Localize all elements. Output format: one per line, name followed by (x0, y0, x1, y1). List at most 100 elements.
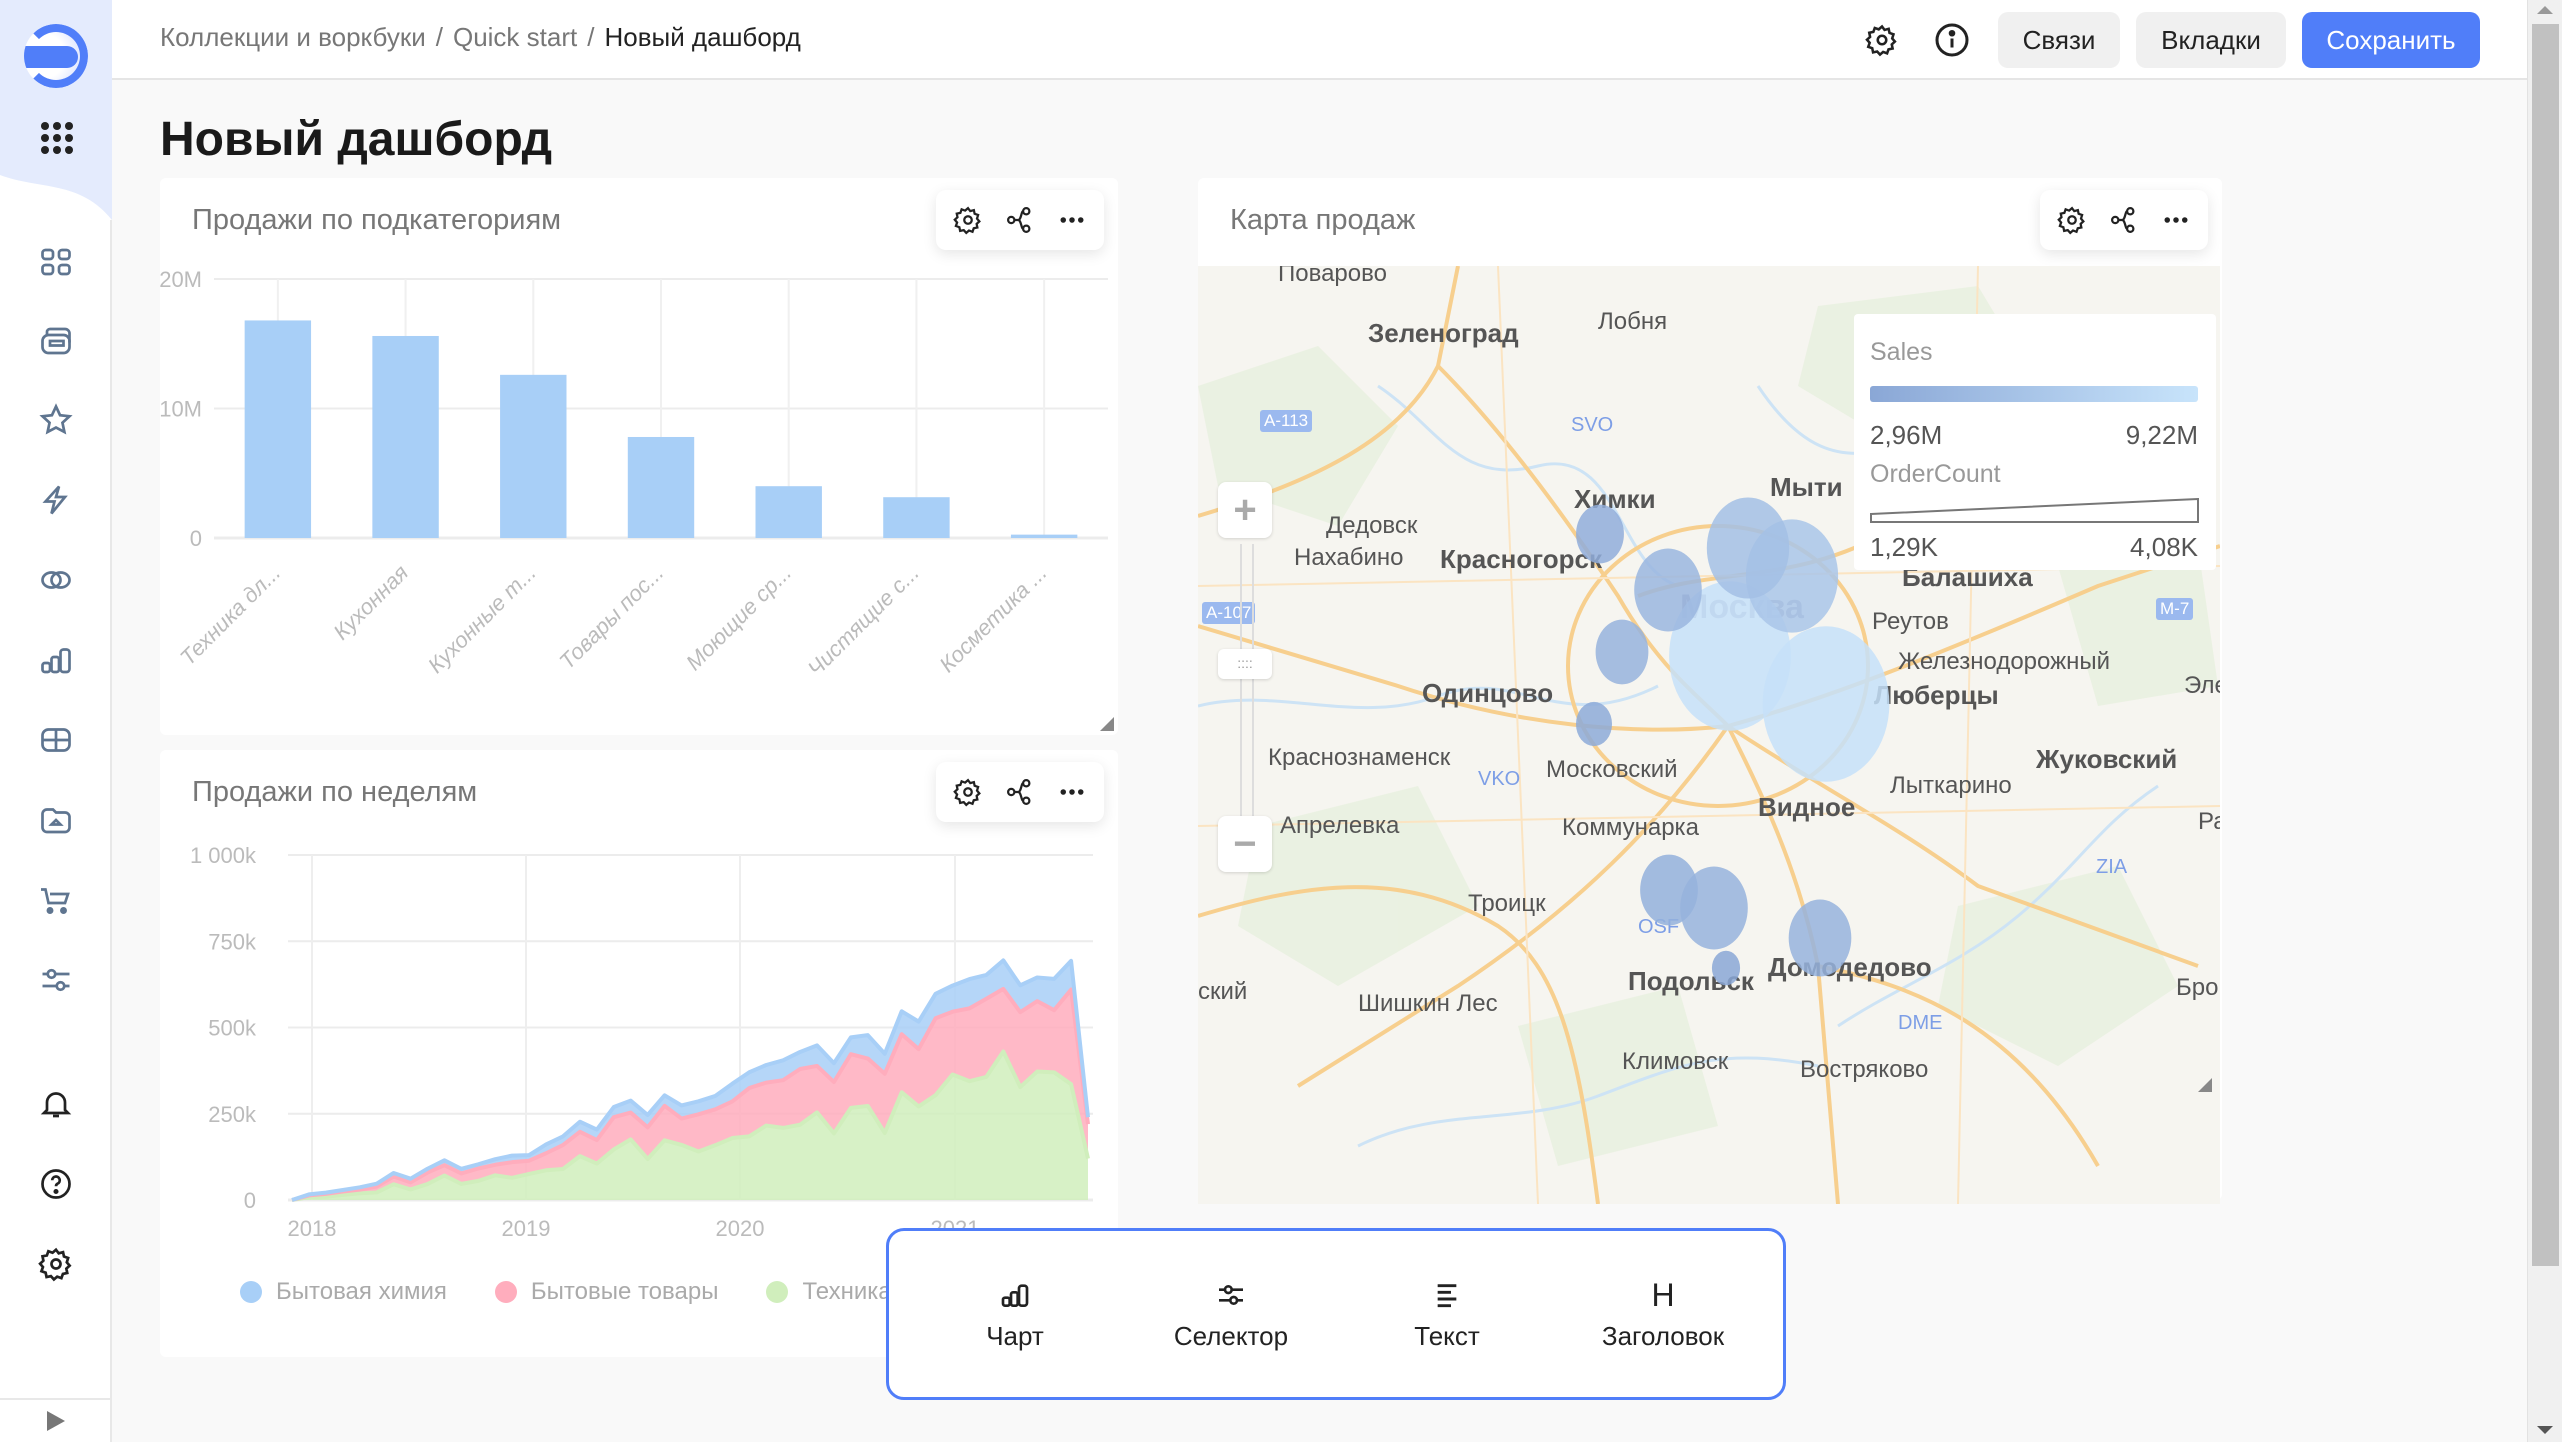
sidebar (0, 0, 112, 1442)
resize-handle[interactable] (1100, 717, 1114, 731)
y-tick-label: 20M (160, 267, 202, 292)
settings-gear-icon[interactable] (36, 1244, 76, 1284)
help-icon[interactable] (36, 1164, 76, 1204)
x-tick-label: Кухонные т... (423, 560, 541, 678)
links-button[interactable]: Связи (1998, 12, 2120, 68)
apps-menu-icon[interactable] (41, 122, 73, 154)
bar (627, 436, 695, 538)
add-heading-button[interactable]: H Заголовок (1563, 1275, 1763, 1352)
connections-rings-icon[interactable] (36, 560, 76, 600)
dashboard-grid-icon[interactable] (36, 242, 76, 282)
selector-icon (1131, 1275, 1331, 1315)
y-tick-label: 1 000k (190, 843, 257, 868)
charts-icon[interactable] (36, 640, 76, 680)
map-zoom-out-button[interactable]: − (1218, 816, 1272, 872)
y-tick-label: 500k (208, 1016, 257, 1041)
dashboard-settings-icon[interactable] (1862, 20, 1902, 60)
map-bubble (1595, 619, 1649, 685)
x-tick-label: 2020 (716, 1216, 765, 1241)
save-button[interactable]: Сохранить (2302, 12, 2480, 68)
x-tick-label: Чистящие с... (803, 560, 924, 681)
map-bubble (1575, 701, 1613, 747)
add-selector-button[interactable]: Селектор (1131, 1275, 1331, 1352)
text-icon (1347, 1275, 1547, 1315)
legend-dot (766, 1281, 789, 1303)
y-tick-label: 10M (160, 397, 202, 422)
info-icon[interactable] (1932, 20, 1972, 60)
scroll-down-arrow-icon[interactable] (2537, 1426, 2553, 1434)
bar (755, 486, 822, 538)
map-zoom-rail[interactable] (1240, 544, 1254, 816)
legend-sales-min: 2,96M (1870, 420, 1943, 450)
map-zoom-in-button[interactable]: + (1218, 482, 1272, 538)
legend-count-title: OrderCount (1870, 460, 2001, 488)
map-canvas[interactable]: Поварово Зеленоград Лобня SVO А-113 А-107 М-7 Х… (1198, 266, 2220, 1204)
breadcrumb-quick-start[interactable]: Quick start (453, 22, 577, 52)
map-bubble (1576, 504, 1624, 564)
map-zoom-slider-handle[interactable]: :::: (1218, 649, 1272, 679)
sidebar-header-curve (0, 150, 112, 220)
favorites-star-icon[interactable] (36, 400, 76, 440)
collections-icon[interactable] (36, 321, 76, 361)
add-widget-toolbar: Чарт Селектор Текст H Заголовок (886, 1228, 1786, 1400)
datasets-table-icon[interactable] (36, 720, 76, 760)
sidebar-expand-button[interactable] (0, 1398, 112, 1442)
scroll-up-arrow-icon[interactable] (2537, 6, 2553, 14)
legend-sales-max: 9,22M (2125, 420, 2198, 450)
logo-icon[interactable] (24, 24, 88, 88)
tool-label: Чарт (986, 1321, 1044, 1351)
legend-dot (494, 1281, 517, 1303)
bar (883, 497, 950, 538)
legend-count-min: 1,29K (1870, 532, 1938, 562)
legend-item[interactable]: Техника (766, 1278, 892, 1306)
widget-settings-icon[interactable] (2054, 202, 2090, 238)
tool-label: Селектор (1173, 1321, 1289, 1351)
add-chart-button[interactable]: Чарт (915, 1275, 1115, 1352)
breadcrumb-separator: / (587, 22, 595, 52)
y-tick-label: 0 (244, 1188, 256, 1213)
x-tick-label: Техника дл... (175, 560, 285, 670)
add-text-button[interactable]: Текст (1347, 1275, 1547, 1352)
x-tick-label: Моющие ср... (681, 560, 796, 675)
legend-item[interactable]: Бытовая химия (240, 1278, 447, 1306)
legend-label: Бытовая химия (276, 1278, 447, 1305)
legend-label: Бытовые товары (530, 1278, 719, 1305)
tool-label: Текст (1414, 1321, 1480, 1351)
scroll-thumb[interactable] (2532, 24, 2559, 1266)
legend-dot (240, 1281, 262, 1303)
widget-title: Карта продаж (1230, 204, 1416, 236)
widget-map: Карта продаж Поварово Зеленоград Лобня S… (1198, 178, 2222, 1204)
chart-legend: Бытовая химия Бытовые товары Техника (240, 1278, 892, 1306)
bell-icon[interactable] (36, 1084, 76, 1124)
selector-sliders-icon[interactable] (36, 960, 76, 1000)
map-bubble (1788, 899, 1852, 977)
map-bubble (1711, 950, 1741, 986)
map-bubble (1680, 866, 1748, 950)
legend-count-max: 4,08K (2130, 532, 2198, 562)
widget-links-icon[interactable] (2106, 202, 2142, 238)
heading-icon: H (1651, 1276, 1675, 1313)
tabs-button[interactable]: Вкладки (2136, 12, 2286, 68)
page-scrollbar[interactable] (2527, 0, 2562, 1442)
y-tick-label: 750k (208, 929, 257, 954)
widget-actions (2040, 190, 2208, 250)
legend-item[interactable]: Бытовые товары (494, 1278, 719, 1306)
x-tick-label: 2019 (502, 1216, 551, 1241)
widget-subcategories: Продажи по подкатегориям 0 10M 20M Техника … (160, 178, 1118, 735)
bar (500, 374, 567, 538)
x-tick-label: Кухонная (328, 560, 413, 645)
x-tick-label: Косметика ... (934, 560, 1051, 677)
breadcrumb-collections[interactable]: Коллекции и воркбуки (160, 22, 426, 52)
widget-more-icon[interactable] (2158, 202, 2194, 238)
cart-icon[interactable] (36, 880, 76, 920)
top-header: Коллекции и воркбуки / Quick start / Новый д… (112, 0, 2527, 80)
legend-label: Техника (802, 1278, 892, 1305)
breadcrumb: Коллекции и воркбуки / Quick start / Новый д… (160, 22, 801, 53)
y-tick-label: 250k (208, 1102, 257, 1127)
lightning-icon[interactable] (36, 480, 76, 520)
map-legend: Sales 2,96M 9,22M OrderCount 1,29K 4,08K (1854, 314, 2216, 570)
chart-icon (915, 1275, 1115, 1315)
resize-handle[interactable] (2198, 1078, 2212, 1092)
tool-label: Заголовок (1601, 1321, 1725, 1351)
folder-icon[interactable] (36, 800, 76, 840)
